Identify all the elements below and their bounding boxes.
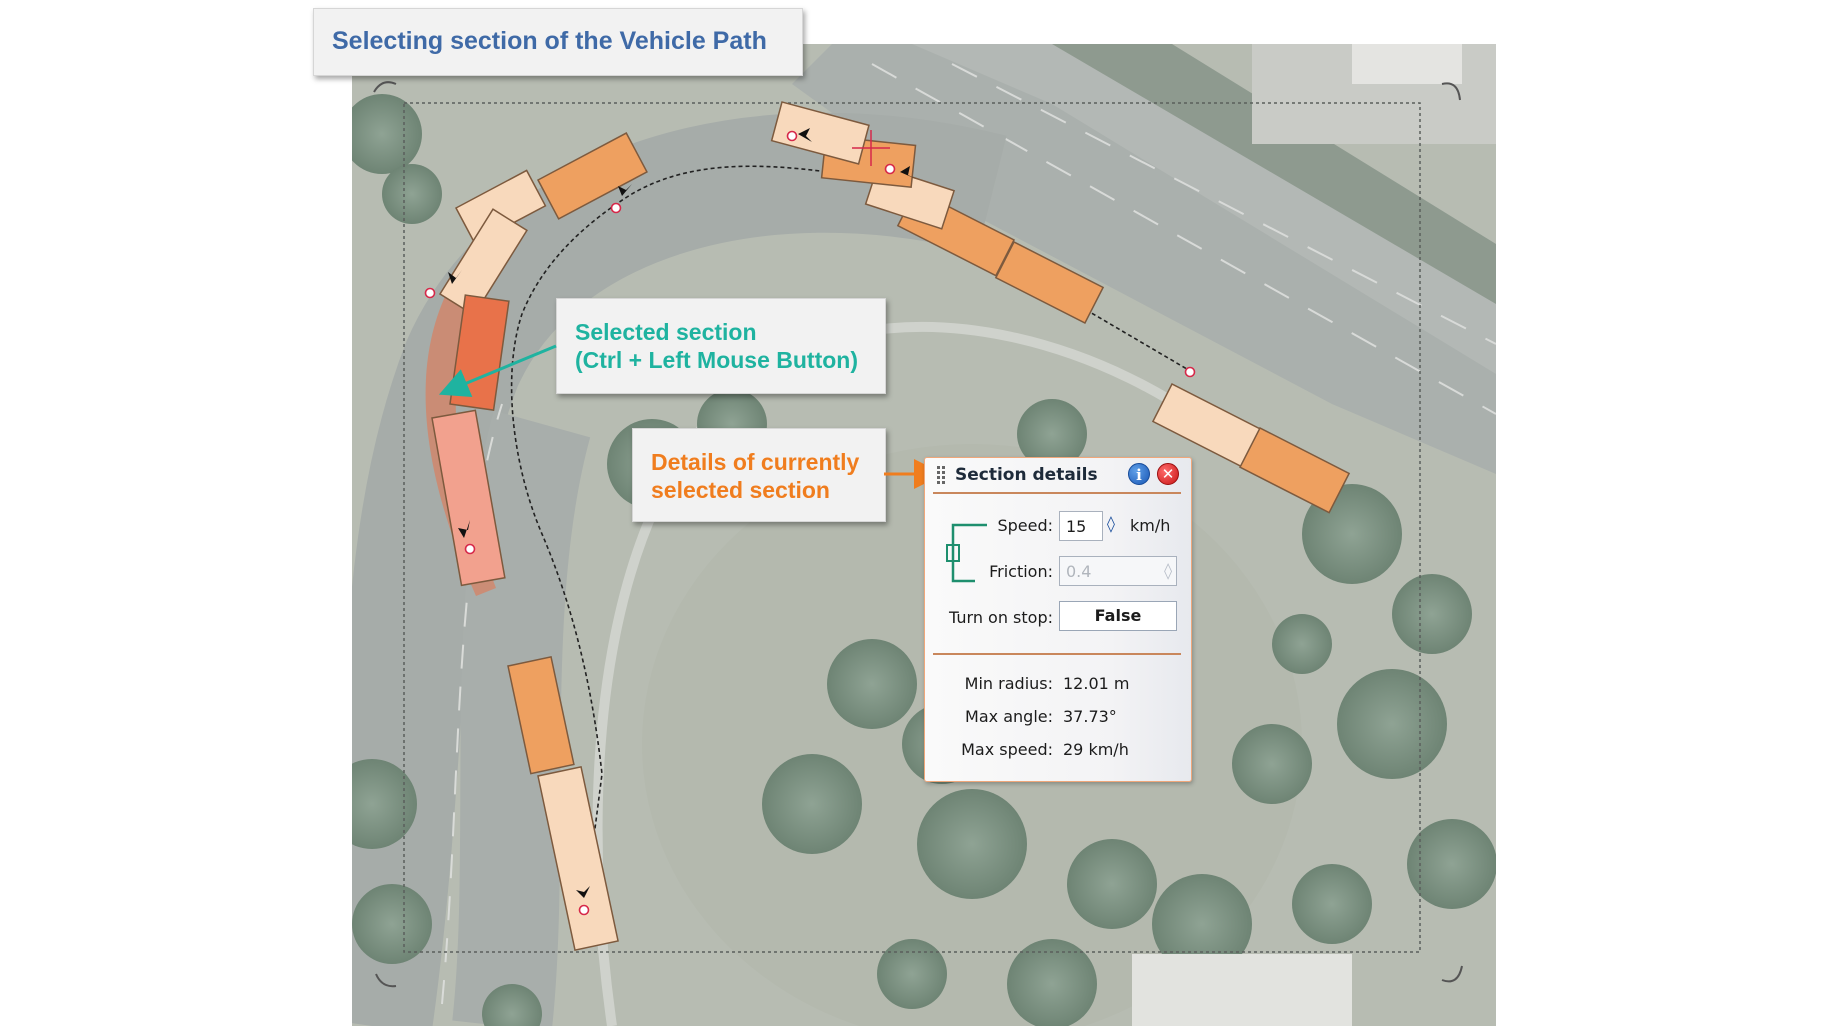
turn-on-stop-label: Turn on stop: (949, 608, 1053, 627)
min-radius-label: Min radius: (964, 674, 1053, 693)
max-speed-value: 29 km/h (1063, 740, 1129, 759)
section-details-panel: Section details i ✕ Speed: 15 ◊ km/h Fri… (924, 457, 1192, 782)
drag-grip-icon[interactable] (937, 466, 945, 484)
selected-section-callout: Selected section (Ctrl + Left Mouse Butt… (556, 298, 886, 394)
panel-divider (933, 492, 1181, 494)
panel-title: Section details (955, 465, 1098, 485)
max-speed-label: Max speed: (961, 740, 1053, 759)
details-callout: Details of currently selected section (632, 428, 886, 522)
friction-input[interactable]: 0.4 ◊ (1059, 556, 1177, 586)
selected-callout-line1: Selected section (575, 319, 757, 345)
selected-callout-line2: (Ctrl + Left Mouse Button) (575, 347, 858, 373)
turn-on-stop-value: False (1094, 606, 1142, 625)
min-radius-value: 12.01 m (1063, 674, 1130, 693)
speed-spinner-icon[interactable]: ◊ (1107, 514, 1115, 533)
close-icon[interactable]: ✕ (1157, 463, 1179, 485)
max-angle-label: Max angle: (965, 707, 1053, 726)
panel-header[interactable]: Section details i ✕ (925, 458, 1191, 492)
turn-on-stop-toggle[interactable]: False (1059, 601, 1177, 631)
friction-spinner-icon[interactable]: ◊ (1164, 561, 1172, 580)
max-angle-value: 37.73° (1063, 707, 1117, 726)
details-callout-line1: Details of currently (651, 449, 860, 475)
friction-label: Friction: (989, 562, 1053, 581)
speed-label: Speed: (997, 516, 1053, 535)
speed-input[interactable]: 15 (1059, 511, 1103, 541)
details-callout-line2: selected section (651, 477, 830, 503)
speed-value: 15 (1066, 517, 1087, 536)
title-callout: Selecting section of the Vehicle Path (313, 8, 803, 76)
friction-value: 0.4 (1066, 562, 1092, 581)
panel-divider (933, 653, 1181, 655)
speed-unit: km/h (1130, 516, 1171, 535)
info-icon[interactable]: i (1128, 463, 1150, 485)
title-callout-text: Selecting section of the Vehicle Path (332, 27, 767, 55)
link-bracket-icon (946, 523, 987, 583)
